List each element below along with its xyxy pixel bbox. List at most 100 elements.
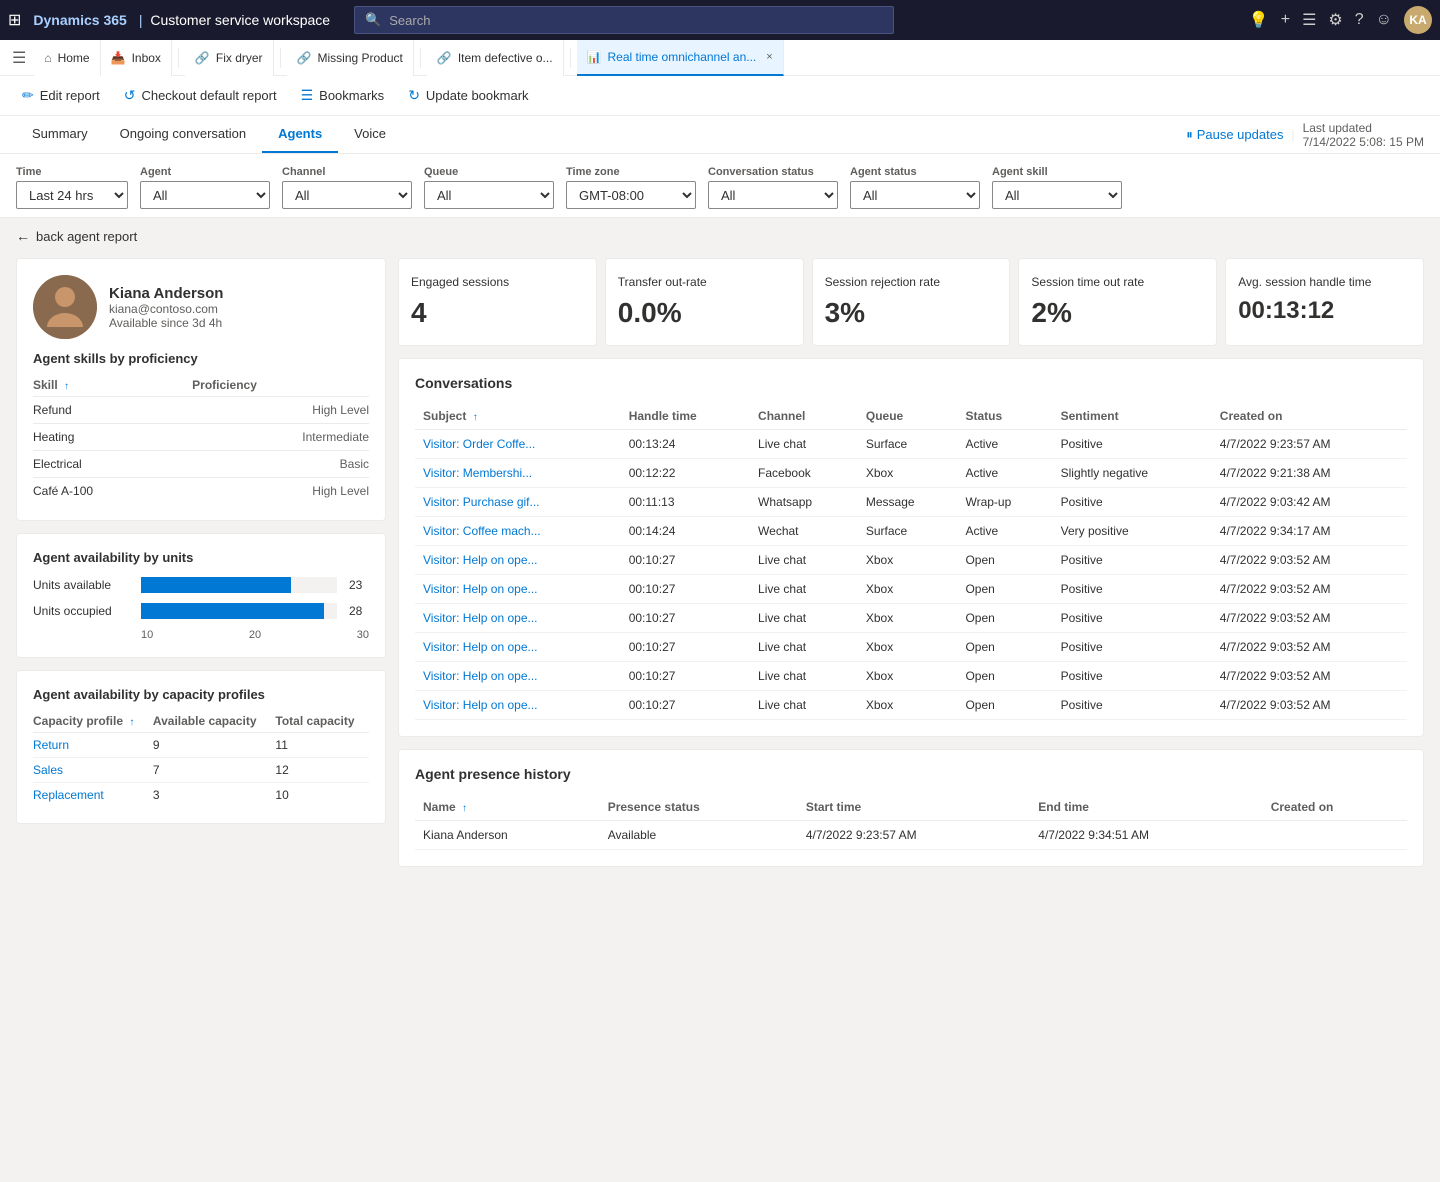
pause-updates-button[interactable]: ⏸ Pause updates — [1186, 127, 1283, 143]
filter-queue-select[interactable]: All — [424, 181, 554, 209]
tab-separator-2 — [280, 48, 281, 68]
tab-voice[interactable]: Voice — [338, 116, 402, 153]
agent-status-text: Available since 3d 4h — [109, 316, 223, 330]
sort-profile-icon[interactable]: ↑ — [129, 717, 134, 728]
table-row: Return 9 11 — [33, 733, 369, 758]
tab-realtime-report[interactable]: 📊 Real time omnichannel an... × — [577, 40, 784, 76]
sort-subject-icon[interactable]: ↑ — [473, 412, 478, 423]
conv-channel: Live chat — [750, 546, 858, 575]
conv-channel: Live chat — [750, 662, 858, 691]
pause-area: ⏸ Pause updates | Last updated 7/14/2022… — [1186, 121, 1424, 149]
conv-status: Active — [957, 430, 1052, 459]
tab-item-defective[interactable]: 🔗 Item defective o... — [427, 40, 564, 76]
filter-agent-skill-select[interactable]: All — [992, 181, 1122, 209]
conv-queue: Xbox — [858, 633, 958, 662]
filter-conv-status-label: Conversation status — [708, 166, 838, 178]
capacity-profile-name[interactable]: Return — [33, 733, 153, 758]
table-row: Visitor: Purchase gif... 00:11:13 Whatsa… — [415, 488, 1407, 517]
settings-icon[interactable]: ⚙ — [1328, 10, 1342, 30]
bookmarks-button[interactable]: ☰ Bookmarks — [291, 83, 395, 108]
update-bookmark-button[interactable]: ↻ Update bookmark — [398, 83, 538, 108]
conv-subject[interactable]: Visitor: Membershi... — [415, 459, 621, 488]
presence-status: Available — [600, 821, 798, 850]
table-row: Visitor: Help on ope... 00:10:27 Live ch… — [415, 575, 1407, 604]
filter-timezone-select[interactable]: GMT-08:00 — [566, 181, 696, 209]
app-grid-icon[interactable]: ⊞ — [8, 10, 21, 30]
kpi-label: Session rejection rate — [825, 275, 998, 289]
tab-ongoing-conversation[interactable]: Ongoing conversation — [104, 116, 262, 153]
tab-inbox[interactable]: 📥 Inbox — [101, 40, 172, 76]
inbox-icon: 📥 — [111, 51, 126, 65]
bookmarks-icon: ☰ — [301, 87, 314, 104]
sort-name-icon[interactable]: ↑ — [462, 803, 467, 814]
capacity-total: 10 — [275, 783, 369, 808]
filter-channel-select[interactable]: All — [282, 181, 412, 209]
kpi-value: 3% — [825, 297, 998, 329]
edit-report-button[interactable]: ✏ Edit report — [12, 83, 110, 108]
conv-queue: Xbox — [858, 662, 958, 691]
checkout-default-button[interactable]: ↺ Checkout default report — [114, 83, 287, 108]
conv-created: 4/7/2022 9:34:17 AM — [1212, 517, 1407, 546]
bar-label: Units occupied — [33, 604, 133, 618]
tab-summary[interactable]: Summary — [16, 116, 104, 153]
conv-subject[interactable]: Visitor: Help on ope... — [415, 575, 621, 604]
help-icon[interactable]: ? — [1355, 11, 1364, 29]
avatar[interactable]: KA — [1404, 6, 1432, 34]
filter-channel-label: Channel — [282, 166, 412, 178]
close-tab-icon[interactable]: × — [766, 51, 772, 63]
conv-handle-time: 00:10:27 — [621, 691, 750, 720]
tab-fix-dryer[interactable]: 🔗 Fix dryer — [185, 40, 274, 76]
conv-subject[interactable]: Visitor: Coffee mach... — [415, 517, 621, 546]
conv-channel: Wechat — [750, 517, 858, 546]
col-queue: Queue — [858, 403, 958, 430]
capacity-profile-name[interactable]: Sales — [33, 758, 153, 783]
conv-channel: Live chat — [750, 430, 858, 459]
conversations-title: Conversations — [415, 375, 1407, 391]
kpi-label: Session time out rate — [1031, 275, 1204, 289]
presence-created — [1263, 821, 1407, 850]
conv-subject[interactable]: Visitor: Purchase gif... — [415, 488, 621, 517]
capacity-profile-name[interactable]: Replacement — [33, 783, 153, 808]
sort-skill-icon[interactable]: ↑ — [64, 381, 69, 392]
conv-subject[interactable]: Visitor: Help on ope... — [415, 691, 621, 720]
kpi-label: Avg. session handle time — [1238, 275, 1411, 289]
kpi-card-transfer_out_rate: Transfer out-rate 0.0% — [605, 258, 804, 346]
capacity-available: 3 — [153, 783, 276, 808]
conv-subject[interactable]: Visitor: Help on ope... — [415, 633, 621, 662]
conv-subject[interactable]: Visitor: Help on ope... — [415, 604, 621, 633]
tab-missing-product[interactable]: 🔗 Missing Product — [287, 40, 414, 76]
search-bar[interactable]: 🔍 — [354, 6, 894, 34]
main-tabs-bar: Summary Ongoing conversation Agents Voic… — [0, 116, 1440, 154]
bar-value: 23 — [349, 578, 369, 592]
kpi-value: 4 — [411, 297, 584, 329]
tab-home[interactable]: ⌂ Home — [34, 40, 100, 76]
bar-label: Units available — [33, 578, 133, 592]
col-subject: Subject ↑ — [415, 403, 621, 430]
lightbulb-icon[interactable]: 💡 — [1249, 10, 1269, 30]
back-link[interactable]: ← back agent report — [0, 218, 1440, 250]
conv-subject[interactable]: Visitor: Help on ope... — [415, 662, 621, 691]
capacity-available: 9 — [153, 733, 276, 758]
skills-col-skill: Skill ↑ — [33, 374, 192, 397]
search-icon: 🔍 — [365, 12, 381, 28]
conv-queue: Surface — [858, 430, 958, 459]
back-arrow-icon: ← — [16, 228, 30, 244]
emoji-icon[interactable]: ☺ — [1376, 11, 1392, 29]
table-row: Visitor: Help on ope... 00:10:27 Live ch… — [415, 633, 1407, 662]
conv-subject[interactable]: Visitor: Order Coffe... — [415, 430, 621, 459]
skill-proficiency: Basic — [192, 451, 369, 478]
conv-subject[interactable]: Visitor: Help on ope... — [415, 546, 621, 575]
conv-channel: Facebook — [750, 459, 858, 488]
presence-title: Agent presence history — [415, 766, 1407, 782]
filter-time-select[interactable]: Last 24 hrs Last 7 days Last 30 days — [16, 181, 128, 209]
filter-agent-status-select[interactable]: All — [850, 181, 980, 209]
add-icon[interactable]: + — [1281, 11, 1290, 29]
filter-icon[interactable]: ☰ — [1302, 10, 1316, 30]
filter-agent-select[interactable]: All — [140, 181, 270, 209]
hamburger-icon[interactable]: ☰ — [8, 48, 30, 68]
presence-col-end: End time — [1030, 794, 1262, 821]
search-input[interactable] — [389, 13, 883, 28]
tab-agents[interactable]: Agents — [262, 116, 338, 153]
skills-title: Agent skills by proficiency — [33, 351, 369, 366]
filter-conv-status-select[interactable]: All — [708, 181, 838, 209]
